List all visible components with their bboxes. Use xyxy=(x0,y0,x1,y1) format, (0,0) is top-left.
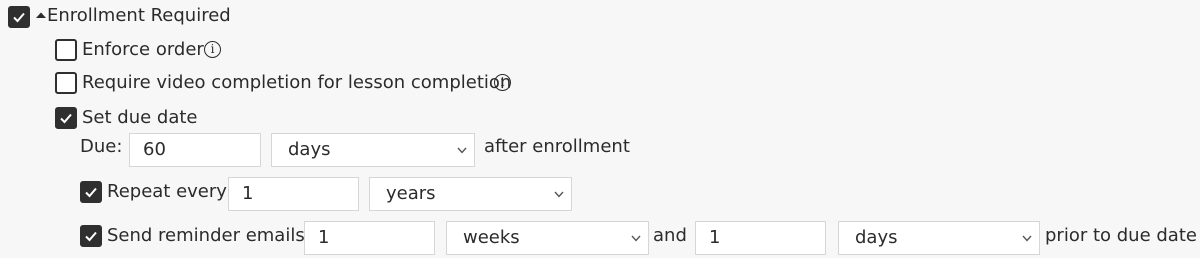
checkmark-icon xyxy=(13,12,25,23)
due-suffix-label: after enrollment xyxy=(484,136,630,157)
repeat-unit-select[interactable]: years xyxy=(369,177,572,211)
reminder-and-label: and xyxy=(653,225,687,246)
reminder-suffix-label: prior to due date xyxy=(1045,225,1197,246)
require-video-completion-checkbox[interactable] xyxy=(55,72,77,94)
enforce-order-checkbox[interactable] xyxy=(55,39,77,61)
checkmark-icon xyxy=(85,187,97,198)
repeat-every-label: Repeat every xyxy=(107,181,227,202)
set-due-date-label: Set due date xyxy=(82,107,198,128)
reminder-unit1-value: weeks xyxy=(463,227,520,248)
chevron-down-icon xyxy=(457,147,467,154)
due-value-input[interactable]: 60 xyxy=(129,133,261,167)
checkmark-icon xyxy=(85,231,97,242)
info-icon[interactable]: i xyxy=(204,41,221,58)
repeat-value-input[interactable]: 1 xyxy=(228,177,359,211)
due-label: Due: xyxy=(80,136,123,157)
repeat-unit-value: years xyxy=(386,183,436,204)
due-unit-value: days xyxy=(288,139,331,160)
reminder-unit1-select[interactable]: weeks xyxy=(446,221,649,255)
require-video-completion-label: Require video completion for lesson comp… xyxy=(82,72,512,93)
due-unit-select[interactable]: days xyxy=(271,133,475,167)
checkmark-icon xyxy=(60,113,72,124)
reminder-unit2-select[interactable]: days xyxy=(838,221,1040,255)
enforce-order-label: Enforce order xyxy=(82,39,204,60)
reminder-unit2-value: days xyxy=(855,227,898,248)
caret-up-icon[interactable] xyxy=(35,11,47,19)
send-reminder-emails-label: Send reminder emails xyxy=(107,225,305,246)
repeat-every-checkbox[interactable] xyxy=(80,181,102,203)
chevron-down-icon xyxy=(631,235,641,242)
set-due-date-checkbox[interactable] xyxy=(55,107,77,129)
enrollment-required-label: Enrollment Required xyxy=(47,5,231,26)
chevron-down-icon xyxy=(1022,235,1032,242)
reminder-value2-input[interactable]: 1 xyxy=(695,221,826,255)
chevron-down-icon xyxy=(554,191,564,198)
info-icon[interactable]: i xyxy=(494,74,511,91)
send-reminder-emails-checkbox[interactable] xyxy=(80,225,102,247)
reminder-value1-input[interactable]: 1 xyxy=(304,221,435,255)
enrollment-required-checkbox[interactable] xyxy=(8,6,30,28)
